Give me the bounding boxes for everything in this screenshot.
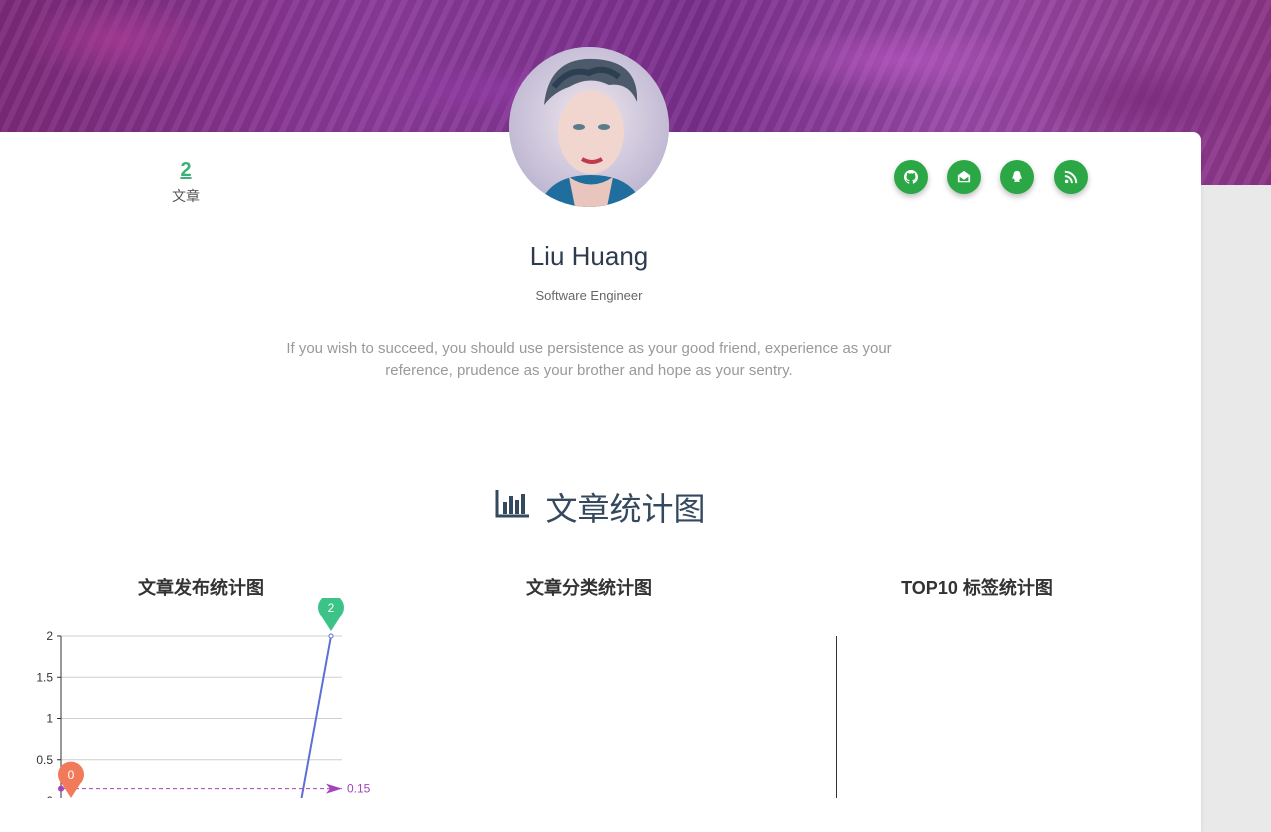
publish-chart-title: 文章发布统计图 — [138, 578, 264, 598]
max-pin: 2 — [318, 598, 344, 631]
data-point — [328, 633, 334, 639]
mail-icon — [957, 170, 971, 183]
category-chart-title: 文章分类统计图 — [526, 578, 652, 598]
publish-line-chart: 0 0.5 1 1.5 2 0.15 2 0 — [36, 598, 371, 798]
profile-name: Liu Huang — [529, 241, 649, 271]
average-start-dot — [58, 785, 64, 792]
profile-quote: If you wish to succeed, you should use p… — [286, 340, 892, 379]
y-tick-label: 0 — [46, 794, 53, 798]
rss-button[interactable] — [1054, 160, 1088, 194]
article-stat[interactable]: 2 文章 — [150, 159, 222, 206]
svg-text:0: 0 — [68, 768, 75, 782]
avatar — [509, 47, 669, 207]
section-title-text: 文章统计图 — [545, 491, 706, 527]
y-tick-label: 1 — [46, 712, 53, 726]
tags-chart-title: TOP10 标签统计图 — [901, 578, 1053, 598]
github-icon — [904, 170, 918, 184]
y-tick-label: 0.5 — [36, 753, 53, 767]
y-tick-label: 2 — [46, 629, 53, 643]
section-title: 文章统计图 — [0, 484, 1201, 530]
mail-button[interactable] — [947, 160, 981, 194]
average-label: 0.15 — [347, 782, 371, 796]
profile-job: Software Engineer — [535, 288, 643, 303]
tags-chart-axis — [836, 636, 837, 798]
bar-chart-icon — [495, 488, 531, 526]
svg-text:2: 2 — [328, 601, 335, 615]
qq-icon — [1012, 170, 1022, 183]
qq-button[interactable] — [1000, 160, 1034, 194]
article-count[interactable]: 2 — [150, 159, 222, 182]
github-button[interactable] — [894, 160, 928, 194]
series-line — [300, 635, 332, 798]
article-count-label: 文章 — [172, 188, 200, 204]
rss-icon — [1064, 170, 1078, 184]
avatar-portrait — [509, 47, 669, 207]
min-pin: 0 — [58, 761, 84, 798]
y-tick-label: 1.5 — [36, 670, 53, 684]
